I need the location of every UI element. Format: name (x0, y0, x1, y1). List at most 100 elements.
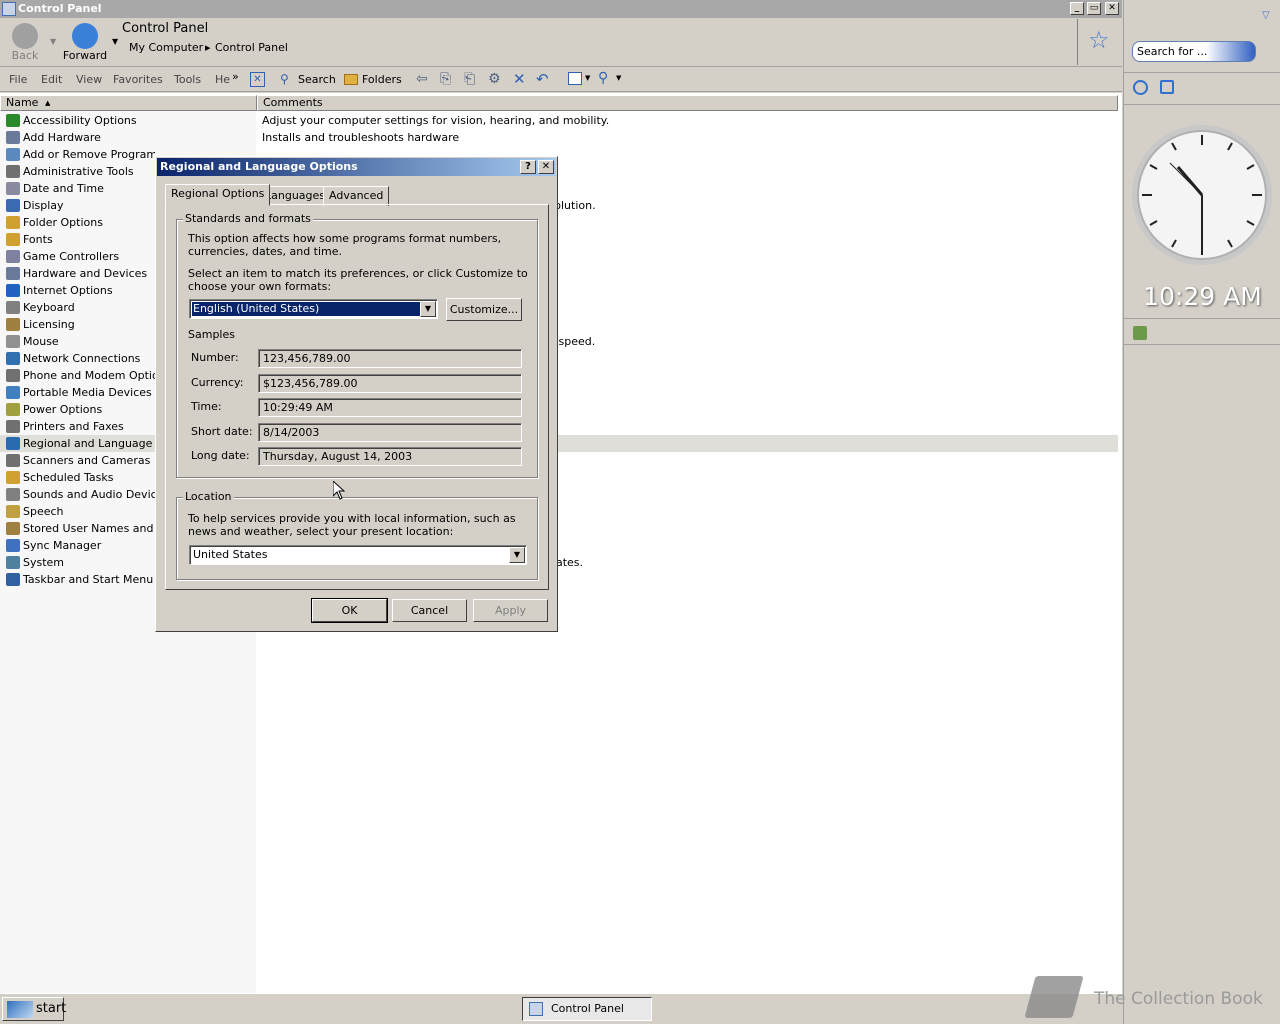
folders-button[interactable]: Folders (362, 73, 402, 86)
menu-help[interactable]: He (215, 73, 230, 86)
item-icon (6, 199, 20, 212)
dialog-close-button[interactable]: ✕ (538, 160, 554, 174)
item-icon (6, 267, 20, 280)
menu-file[interactable]: File (9, 73, 27, 86)
dialog-help-button[interactable]: ? (520, 160, 536, 174)
item-name: Add Hardware (23, 131, 101, 144)
location-select[interactable]: United States ▼ (189, 545, 527, 565)
breadcrumb-my-computer[interactable]: My Computer (129, 41, 203, 54)
mouse-cursor-icon (333, 481, 345, 500)
item-icon (6, 335, 20, 348)
item-name: Scanners and Cameras (23, 454, 151, 467)
back-dropdown-icon[interactable]: ▼ (50, 37, 56, 46)
search-button[interactable]: Search (298, 73, 336, 86)
close-button[interactable]: ✕ (1105, 2, 1119, 15)
chevron-down-icon[interactable]: ▼ (509, 547, 525, 563)
breadcrumb-control-panel[interactable]: Control Panel (215, 41, 288, 54)
item-name: Folder Options (23, 216, 103, 229)
menu-edit[interactable]: Edit (41, 73, 62, 86)
item-name: Speech (23, 505, 64, 518)
minimize-button[interactable]: _ (1070, 2, 1084, 15)
column-name-label: Name (6, 96, 39, 109)
watermark-text: The Collection Book (1094, 989, 1263, 1009)
item-icon (6, 318, 20, 331)
sample-value-field[interactable]: $123,456,789.00 (258, 373, 522, 393)
item-comment: Installs and troubleshoots hardware (262, 131, 460, 144)
customize-button[interactable]: Customize... (446, 298, 522, 321)
taskbar-task-control-panel[interactable]: Control Panel (522, 997, 652, 1021)
sidebar-collapse-icon[interactable]: ▽ (1262, 10, 1270, 21)
task-label: Control Panel (551, 1002, 624, 1015)
restore-button[interactable]: ▭ (1087, 2, 1101, 15)
item-icon (6, 114, 20, 127)
apply-button[interactable]: Apply (473, 599, 548, 622)
list-item[interactable]: Accessibility Options Adjust your compute… (0, 112, 1118, 129)
item-name: Power Options (23, 403, 103, 416)
sidebar-pane: ▽ Search for ... 10:29 AM (1123, 0, 1280, 1024)
control-panel-icon (2, 2, 16, 16)
zoom-icon[interactable]: ⚲ (598, 70, 608, 86)
undo-icon[interactable]: ↶ (536, 70, 549, 88)
item-comment: Adjust your computer settings for vision… (262, 114, 610, 127)
chevron-down-icon[interactable]: ▼ (420, 301, 436, 317)
navigation-bar: Back ▼ Forward ▼ Control Panel My Comput… (0, 19, 1122, 67)
list-item[interactable]: Add Hardware Installs and troubleshoots h… (0, 129, 1118, 146)
item-icon (6, 250, 20, 263)
item-icon (6, 437, 20, 450)
sample-value-field[interactable]: Thursday, August 14, 2003 (258, 447, 522, 466)
internet-explorer-icon[interactable] (1133, 80, 1148, 95)
item-icon (6, 488, 20, 501)
item-name: Printers and Faxes (23, 420, 124, 433)
views-icon[interactable] (568, 72, 582, 85)
refresh-icon[interactable] (1160, 80, 1174, 94)
standards-formats-group: Standards and formats This option affect… (176, 212, 538, 478)
samples-label: Samples (188, 328, 235, 341)
tab-regional-options[interactable]: Regional Options (165, 184, 271, 206)
sample-label: Currency: (191, 375, 244, 389)
network-gadget-icon[interactable] (1133, 326, 1147, 340)
folders-icon (344, 74, 358, 85)
select-description: Select an item to match its preferences,… (188, 267, 528, 293)
menu-toolbar: File Edit View Favorites Tools He » ✕ ⚲ … (0, 68, 1122, 92)
format-select[interactable]: English (United States) ▼ (189, 299, 438, 319)
forward-button[interactable]: Forward (62, 23, 108, 62)
menu-view[interactable]: View (76, 73, 102, 86)
sample-value-field[interactable]: 10:29:49 AM (258, 398, 522, 417)
sample-label: Long date: (191, 449, 250, 462)
properties-icon[interactable]: ⚙ (488, 71, 501, 87)
window-title: Control Panel (18, 2, 102, 15)
item-name: Taskbar and Start Menu (23, 573, 154, 586)
sample-value-field[interactable]: 123,456,789.00 (258, 349, 522, 368)
cancel-button[interactable]: Cancel (392, 599, 467, 622)
delete-icon[interactable]: ✕ (513, 70, 526, 88)
back-button[interactable]: Back (10, 23, 40, 62)
forward-dropdown-icon[interactable]: ▼ (112, 37, 118, 46)
window-titlebar[interactable]: Control Panel _ ▭ ✕ (0, 0, 1122, 18)
item-name: Phone and Modem Options (23, 369, 155, 382)
column-header-name[interactable]: Name ▲ (0, 95, 257, 111)
move-to-icon[interactable]: ⇦ (416, 71, 428, 87)
sample-value-field[interactable]: 8/14/2003 (258, 422, 522, 442)
start-button[interactable]: start (2, 997, 66, 1021)
tab-advanced[interactable]: Advanced (323, 186, 390, 206)
item-icon (6, 369, 20, 382)
sidebar-search-input[interactable]: Search for ... (1132, 41, 1256, 62)
search-icon: ⚲ (280, 72, 289, 86)
item-name: Add or Remove Programs (23, 148, 155, 161)
sidebar-divider (1124, 344, 1280, 345)
menu-favorites[interactable]: Favorites (113, 73, 163, 86)
ok-button[interactable]: OK (311, 598, 388, 623)
item-name: Network Connections (23, 352, 141, 365)
dialog-titlebar[interactable]: Regional and Language Options ? ✕ (157, 158, 556, 176)
item-icon (6, 216, 20, 229)
views-dropdown-icon[interactable]: ▼ (585, 74, 590, 82)
close-pane-icon[interactable]: ✕ (250, 72, 265, 87)
favorites-star-icon[interactable]: ☆ (1088, 27, 1110, 53)
item-name: Display (23, 199, 64, 212)
zoom-dropdown-icon[interactable]: ▼ (616, 74, 621, 82)
paste-icon[interactable]: ⎗ (464, 71, 475, 87)
copy-to-icon[interactable]: ⎘ (440, 71, 451, 87)
menu-tools[interactable]: Tools (174, 73, 201, 86)
menu-overflow-chevron[interactable]: » (232, 70, 239, 83)
column-header-comments[interactable]: Comments (257, 95, 1118, 111)
